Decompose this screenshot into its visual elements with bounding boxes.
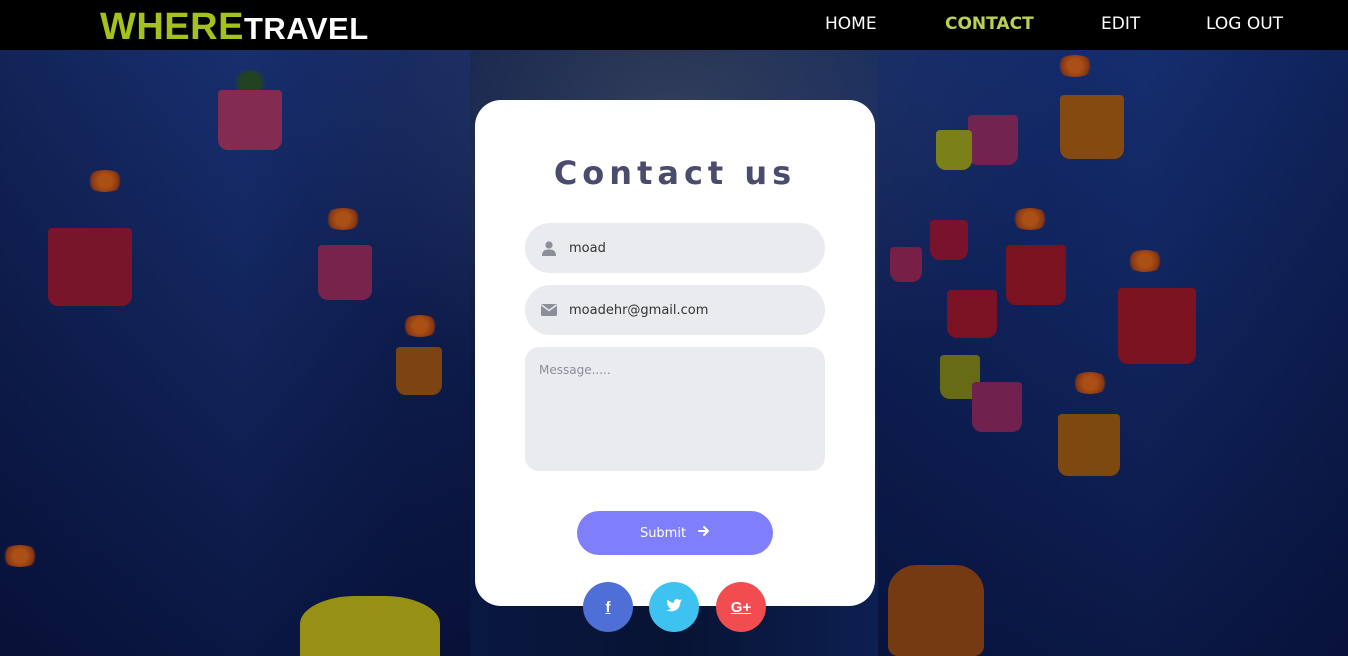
submit-label: Submit: [639, 525, 687, 541]
name-input[interactable]: [569, 240, 809, 256]
logo-travel: TRAVEL: [243, 11, 369, 46]
message-textarea[interactable]: [525, 347, 825, 471]
google-plus-icon: G+: [730, 598, 752, 616]
twitter-button[interactable]: [649, 582, 699, 632]
name-field[interactable]: [525, 223, 825, 273]
email-field[interactable]: [525, 285, 825, 335]
envelope-icon: [525, 304, 569, 316]
logo-where: WHERE: [100, 6, 244, 48]
user-icon: [525, 240, 569, 256]
contact-title: Contact us: [553, 154, 797, 192]
nav-contact[interactable]: CONTACT: [945, 14, 1034, 34]
submit-button[interactable]: Submit: [577, 511, 773, 555]
arrow-right-icon: [698, 525, 710, 541]
facebook-icon: f: [605, 598, 611, 616]
google-plus-button[interactable]: G+: [716, 582, 766, 632]
twitter-icon: [666, 598, 682, 616]
site-logo[interactable]: WHERETRAVEL: [100, 6, 369, 49]
facebook-button[interactable]: f: [583, 582, 633, 632]
nav-logout[interactable]: LOG OUT: [1206, 14, 1283, 34]
contact-card: Contact us Submit: [475, 100, 875, 606]
top-navbar: WHERETRAVEL HOME CONTACT EDIT LOG OUT: [0, 0, 1348, 50]
email-input[interactable]: [569, 302, 809, 318]
nav-home[interactable]: HOME: [825, 14, 877, 34]
nav-edit[interactable]: EDIT: [1101, 14, 1140, 34]
